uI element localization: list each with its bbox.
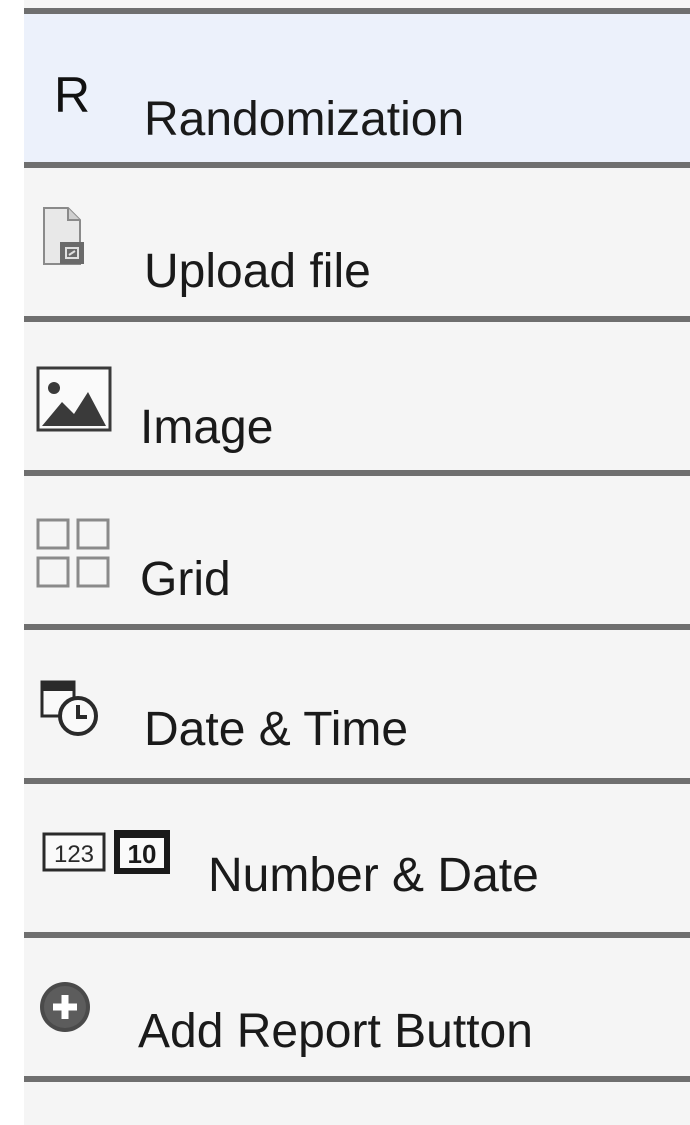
menu-item-label: Grid (140, 553, 231, 606)
menu-item-number-date[interactable]: 123 10 Number & Date (24, 778, 690, 932)
grid-icon (36, 518, 112, 593)
menu-item-upload-file[interactable]: Upload file (24, 162, 690, 316)
image-icon (36, 366, 112, 437)
upload-file-icon (42, 206, 86, 271)
plus-circle-icon (38, 980, 92, 1039)
menu-item-label: Upload file (144, 245, 371, 298)
component-menu-panel: R Randomization Upload file Image Grid D… (24, 0, 690, 1125)
svg-text:123: 123 (54, 841, 94, 868)
randomization-r-icon: R (54, 67, 91, 123)
number-date-icon: 123 10 (42, 828, 172, 881)
menu-item-label: Image (140, 401, 274, 454)
menu-item-date-time[interactable]: Date & Time (24, 624, 690, 778)
svg-text:10: 10 (128, 839, 157, 869)
menu-item-label: Randomization (144, 93, 465, 146)
menu-item-grid[interactable]: Grid (24, 470, 690, 624)
menu-item-image[interactable]: Image (24, 316, 690, 470)
menu-item-add-report-button[interactable]: Add Report Button (24, 932, 690, 1076)
menu-item-label: Add Report Button (138, 1005, 533, 1058)
menu-item-label: Date & Time (144, 703, 409, 756)
date-time-icon (40, 680, 100, 745)
menu-item-label: Number & Date (208, 849, 539, 902)
menu-item-randomization[interactable]: R Randomization (24, 8, 690, 162)
menu-bottom-divider (24, 1076, 690, 1082)
